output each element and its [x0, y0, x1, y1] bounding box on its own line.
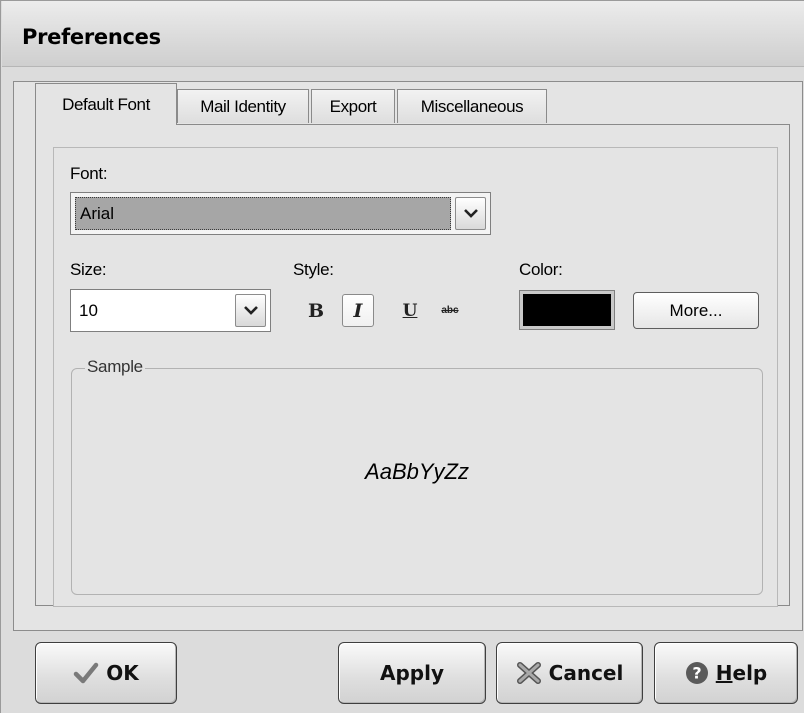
apply-button[interactable]: Apply	[338, 642, 486, 704]
more-colors-button[interactable]: More...	[633, 292, 759, 329]
strikethrough-button[interactable]: abc	[434, 294, 466, 327]
question-icon: ?	[685, 661, 709, 685]
cancel-label: Cancel	[548, 661, 624, 685]
color-swatch-fill	[523, 294, 611, 326]
font-select-value: Arial	[75, 197, 451, 230]
size-label: Size:	[70, 260, 107, 279]
ok-label: OK	[106, 661, 139, 685]
color-swatch[interactable]	[519, 290, 615, 330]
x-icon	[516, 661, 542, 685]
color-label: Color:	[519, 260, 563, 279]
underline-button[interactable]: U	[394, 294, 426, 327]
font-select[interactable]: Arial	[70, 192, 491, 235]
help-button[interactable]: ? Help	[654, 642, 798, 704]
size-select-value: 10	[79, 301, 98, 320]
chevron-down-icon[interactable]	[455, 197, 486, 230]
size-select[interactable]: 10	[70, 289, 271, 332]
sample-legend: Sample	[85, 357, 145, 377]
cancel-button[interactable]: Cancel	[496, 642, 643, 704]
tab-export[interactable]: Export	[311, 89, 395, 123]
svg-text:?: ?	[692, 664, 701, 683]
italic-button[interactable]: I	[342, 294, 374, 327]
chevron-down-icon[interactable]	[235, 294, 266, 327]
tab-default-font[interactable]: Default Font	[35, 83, 177, 125]
title-bar: Preferences	[2, 1, 804, 67]
help-label: Help	[716, 661, 768, 685]
checkmark-icon	[73, 662, 99, 684]
apply-label: Apply	[379, 661, 444, 685]
style-label: Style:	[293, 260, 334, 279]
tab-miscellaneous[interactable]: Miscellaneous	[397, 89, 547, 123]
ok-button[interactable]: OK	[35, 642, 177, 704]
bold-button[interactable]: B	[300, 294, 332, 327]
sample-text: AaBbYyZz	[365, 459, 469, 484]
window-title: Preferences	[22, 25, 161, 49]
help-mnemonic: H	[715, 661, 733, 685]
font-label: Font:	[70, 164, 108, 183]
help-label-rest: elp	[732, 661, 768, 685]
tab-mail-identity[interactable]: Mail Identity	[177, 89, 309, 123]
preferences-window: Preferences Default Font Mail Identity E…	[0, 0, 804, 713]
